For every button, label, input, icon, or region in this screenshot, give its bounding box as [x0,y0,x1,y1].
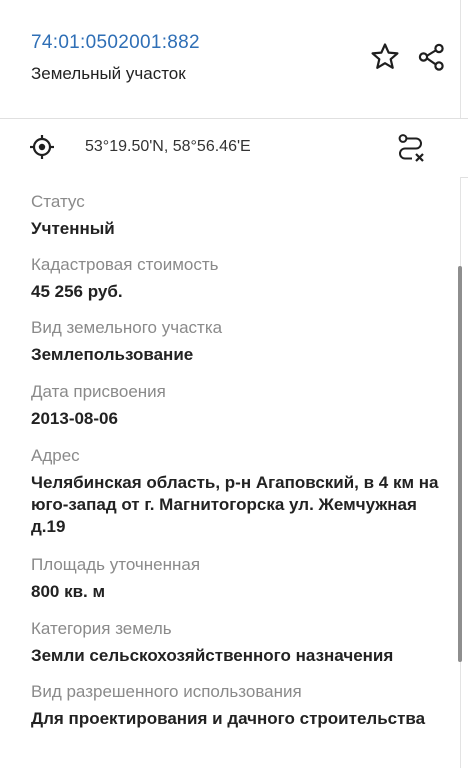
attr-land-kind: Вид земельного участка Землепользование [31,317,446,366]
attr-value: Челябинская область, р-н Агаповский, в 4… [31,473,439,536]
attr-value: 45 256 руб. [31,282,123,301]
attr-label: Вид разрешенного использования [31,682,302,701]
scrollbar[interactable] [458,266,462,662]
attr-value: Землепользование [31,345,194,364]
attr-status: Статус Учтенный [31,191,446,240]
attr-label: Площадь уточненная [31,555,201,574]
attr-value: Земли сельскохозяйственного назначения [31,646,394,665]
route-clear-icon [398,134,424,162]
attr-label: Статус [31,192,85,211]
parcel-info-screen: 74:01:0502001:882 Земельный участок 53°1… [0,0,468,768]
attr-label: Кадастровая стоимость [31,255,219,274]
attr-value: 800 кв. м [31,582,106,601]
attr-value: Для проектирования и дачного строительст… [31,709,426,728]
attr-area: Площадь уточненная 800 кв. м [31,554,446,603]
attr-permitted-use: Вид разрешенного использования Для проек… [31,681,446,730]
attr-label: Дата присвоения [31,382,166,401]
cadastral-number-link[interactable]: 74:01:0502001:882 [31,32,200,54]
attr-value: 2013-08-06 [31,409,118,428]
star-outline-icon [371,43,399,69]
attr-address: Адрес Челябинская область, р-н Агаповски… [31,445,446,538]
attr-label: Адрес [31,446,80,465]
coordinates-bar: 53°19.50'N, 58°56.46'E [0,118,468,178]
locate-button[interactable] [29,134,55,160]
attributes-list: Статус Учтенный Кадастровая стоимость 45… [0,177,461,768]
attr-label: Вид земельного участка [31,318,223,337]
route-button[interactable] [394,131,428,165]
attr-value: Учтенный [31,219,115,238]
attr-cadastral-value: Кадастровая стоимость 45 256 руб. [31,254,446,303]
attr-land-category: Категория земель Земли сельскохозяйствен… [31,618,446,667]
coordinates-text[interactable]: 53°19.50'N, 58°56.46'E [85,138,251,156]
attr-label: Категория земель [31,619,172,638]
share-button[interactable] [414,40,448,74]
attr-assignment-date: Дата присвоения 2013-08-06 [31,381,446,430]
favorite-button[interactable] [368,40,402,74]
parcel-header: 74:01:0502001:882 Земельный участок [0,0,461,118]
crosshair-target-icon [30,135,54,159]
share-icon [418,43,444,71]
object-type-label: Земельный участок [31,64,186,83]
